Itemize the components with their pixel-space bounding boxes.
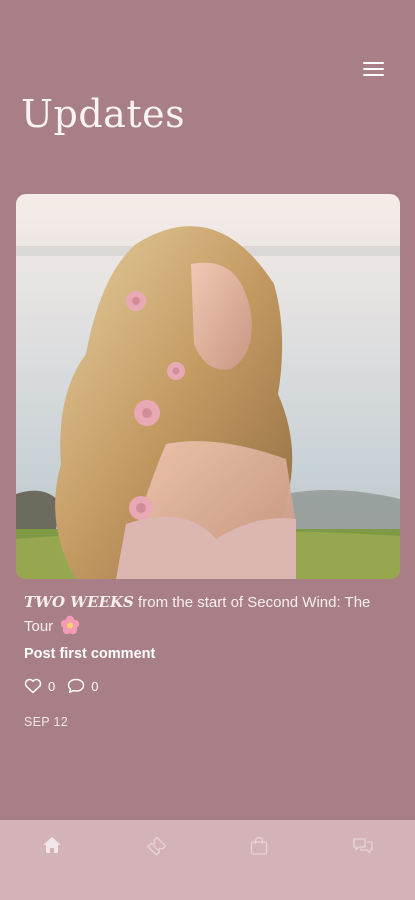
- nav-chat[interactable]: [311, 820, 415, 900]
- post-text: TWO WEEKS from the start of Second Wind:…: [24, 590, 384, 643]
- like-count: 0: [48, 678, 56, 694]
- chat-icon: [352, 836, 374, 900]
- comment-count: 0: [91, 678, 99, 694]
- post-reactions: 0 0: [24, 676, 98, 696]
- post-first-comment-link[interactable]: Post first comment: [24, 646, 155, 662]
- post-photo: [16, 194, 400, 579]
- home-icon: [42, 836, 62, 900]
- nav-home[interactable]: [0, 820, 104, 900]
- shopping-bag-icon: [249, 836, 269, 900]
- comment-button[interactable]: 0: [67, 678, 98, 694]
- nav-shop[interactable]: [208, 820, 312, 900]
- heart-icon: [24, 678, 42, 694]
- post-text-emphasis: TWO WEEKS: [24, 593, 134, 611]
- ticket-icon: [145, 836, 167, 900]
- page-title: Updates: [21, 92, 186, 136]
- like-button[interactable]: 0: [24, 678, 55, 694]
- post-date: SEP 12: [24, 715, 68, 729]
- cherry-blossom-icon: [60, 615, 80, 643]
- post-image[interactable]: [16, 194, 400, 579]
- comment-bubble-icon: [67, 678, 85, 694]
- menu-button[interactable]: [361, 59, 387, 79]
- bottom-nav: [0, 820, 415, 900]
- nav-tickets[interactable]: [104, 820, 208, 900]
